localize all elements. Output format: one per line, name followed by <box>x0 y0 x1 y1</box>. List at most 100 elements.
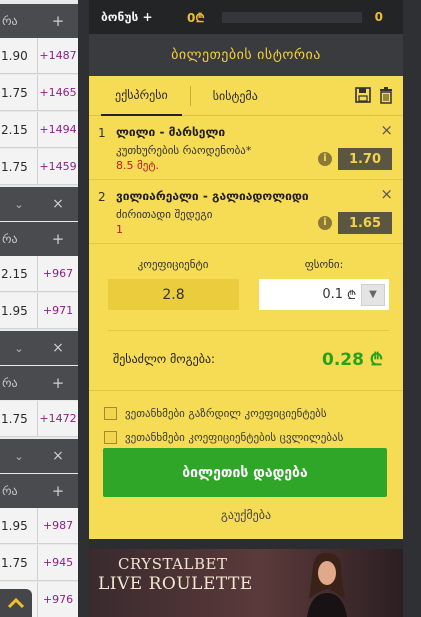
markets-count[interactable]: +976 <box>38 582 78 617</box>
chevron-down-icon[interactable]: ⌄ <box>0 450 38 463</box>
banner-brand: CRYSTALBET <box>118 555 228 573</box>
plus-icon[interactable]: + <box>38 482 78 500</box>
markets-count[interactable]: +967 <box>38 256 78 291</box>
acceptance-options: ვეთანხმები გაზრდილ კოეფიციენტებს ვეთანხმ… <box>89 390 403 453</box>
checkbox-label: ვეთანხმები გაზრდილ კოეფიციენტებს <box>125 407 327 420</box>
markets-count[interactable]: +1459 <box>38 149 78 184</box>
accept-increased-checkbox[interactable]: ვეთანხმები გაზრდილ კოეფიციენტებს <box>104 407 327 420</box>
bonus-label: ბონუს + <box>101 10 153 24</box>
tab-divider <box>189 85 191 106</box>
tab-express[interactable]: ექსპრესი <box>101 76 182 116</box>
odd-value[interactable]: 1.75 <box>0 545 38 580</box>
odds-column: რა + 1.90 +1487 1.75 +1465 2.15 +1494 1.… <box>0 0 78 617</box>
possible-win-label: შესაძლო მოგება: <box>113 352 216 366</box>
odds-row[interactable]: 1.75 +945 <box>0 545 78 581</box>
bonus-bar: ბონუს + 0₾ 0 <box>89 0 403 34</box>
info-icon[interactable]: i <box>318 216 332 230</box>
remove-selection-icon[interactable]: × <box>380 121 393 139</box>
save-icon[interactable] <box>355 87 371 103</box>
banner-title: LIVE ROULETTE <box>98 574 253 594</box>
markets-count[interactable]: +1487 <box>38 38 78 73</box>
chevron-down-icon[interactable]: ⌄ <box>0 342 38 355</box>
selection-market: კუთხურების რაოდენობა* <box>116 144 252 157</box>
close-icon[interactable]: × <box>38 340 78 356</box>
plus-icon[interactable]: + <box>38 12 78 30</box>
markets-count[interactable]: +1494 <box>38 112 78 147</box>
close-icon[interactable]: × <box>38 196 78 212</box>
market-header-label: რა <box>2 376 18 390</box>
trash-icon[interactable] <box>379 87 393 104</box>
dealer-image <box>307 552 347 617</box>
bonus-counter: 0 <box>374 10 383 24</box>
stake-value[interactable]: 0.1 <box>259 287 347 302</box>
accept-changes-checkbox[interactable]: ვეთანხმები კოეფიციენტების ცვლილებას <box>104 431 343 444</box>
market-header: რა + <box>0 366 78 400</box>
odd-value[interactable]: 1.95 <box>0 508 38 543</box>
market-header-label: რა <box>2 232 18 246</box>
odds-row[interactable]: 1.90 +1487 <box>0 38 78 74</box>
odds-row[interactable]: 1.95 +971 <box>0 293 78 329</box>
total-coefficient: 2.8 <box>108 279 239 310</box>
selection-odd: 1.70 <box>338 148 392 170</box>
scroll-up-button[interactable] <box>0 589 32 617</box>
selection-item: 2 ვილიარეალი - გალიადოლიდი ძირითადი შედე… <box>89 180 403 244</box>
lari-icon: ₾ <box>195 10 205 25</box>
betslip: ექსპრესი სისტემა 1 ლილი - მარსელი კუთხურ… <box>89 76 403 539</box>
markets-count[interactable]: +971 <box>38 293 78 328</box>
selection-number: 2 <box>98 190 106 204</box>
lari-icon: ₾ <box>347 288 357 302</box>
selection-pick: 1 <box>116 223 123 236</box>
collapse-bar: ⌄ × <box>0 187 78 221</box>
selection-market: ძირითადი შედეგი <box>116 208 213 221</box>
odd-value[interactable]: 1.75 <box>0 149 38 184</box>
odds-row[interactable]: 2.15 +967 <box>0 256 78 292</box>
close-icon[interactable]: × <box>38 448 78 464</box>
markets-count[interactable]: +945 <box>38 545 78 580</box>
markets-count[interactable]: +1472 <box>38 401 78 436</box>
plus-icon[interactable]: + <box>38 230 78 248</box>
ticket-history-button[interactable]: ბილეთების ისტორია <box>89 34 403 76</box>
bet-type-tabs: ექსპრესი სისტემა <box>89 76 403 116</box>
market-header: რა + <box>0 222 78 256</box>
chevron-down-icon[interactable]: ⌄ <box>0 198 38 211</box>
odd-value[interactable]: 2.15 <box>0 112 38 147</box>
checkbox[interactable] <box>104 407 117 420</box>
odds-row[interactable]: 2.15 +1494 <box>0 112 78 148</box>
betslip-panel: ბონუს + 0₾ 0 ბილეთების ისტორია ექსპრესი … <box>89 0 403 617</box>
remove-selection-icon[interactable]: × <box>380 185 393 203</box>
odds-row[interactable]: 1.75 +1472 <box>0 401 78 437</box>
markets-count[interactable]: +987 <box>38 508 78 543</box>
slip-actions <box>355 87 393 104</box>
odds-row[interactable]: 1.75 +1459 <box>0 149 78 185</box>
checkbox-label: ვეთანხმები კოეფიციენტების ცვლილებას <box>125 431 344 444</box>
odd-value[interactable]: 1.75 <box>0 401 38 436</box>
checkbox[interactable] <box>104 431 117 444</box>
market-header: რა + <box>0 474 78 508</box>
bet-calculator: კოეფიციენტი ფსონი: 2.8 0.1 ₾ ▼ შესაძლო მ… <box>89 244 403 390</box>
live-roulette-banner[interactable]: CRYSTALBET LIVE ROULETTE <box>89 549 403 617</box>
bonus-value: 0₾ <box>187 10 205 25</box>
odd-value[interactable]: 2.15 <box>0 256 38 291</box>
odd-value[interactable]: 1.95 <box>0 293 38 328</box>
clear-betslip-button[interactable]: გაუქმება <box>89 508 403 522</box>
markets-count[interactable]: +1465 <box>38 75 78 110</box>
collapse-bar: ⌄ × <box>0 439 78 473</box>
stake-input[interactable]: 0.1 ₾ ▼ <box>259 279 389 310</box>
odds-row[interactable]: 1.75 +1465 <box>0 75 78 111</box>
selection-number: 1 <box>98 126 106 140</box>
odd-value[interactable]: 1.75 <box>0 75 38 110</box>
chevron-up-icon <box>7 597 25 609</box>
info-icon[interactable]: i <box>318 152 332 166</box>
place-bet-button[interactable]: ბილეთის დადება <box>103 448 387 497</box>
bonus-progress-bar <box>222 12 362 23</box>
chevron-down-icon[interactable]: ▼ <box>361 283 385 306</box>
stake-label: ფსონი: <box>304 258 344 271</box>
selection-match: ლილი - მარსელი <box>116 125 226 139</box>
odds-row[interactable]: 1.95 +987 <box>0 508 78 544</box>
plus-icon[interactable]: + <box>38 374 78 392</box>
tab-system[interactable]: სისტემა <box>199 76 272 116</box>
divider <box>108 330 389 331</box>
market-header: რა + <box>0 4 78 38</box>
odd-value[interactable]: 1.90 <box>0 38 38 73</box>
market-header-label: რა <box>2 14 18 28</box>
